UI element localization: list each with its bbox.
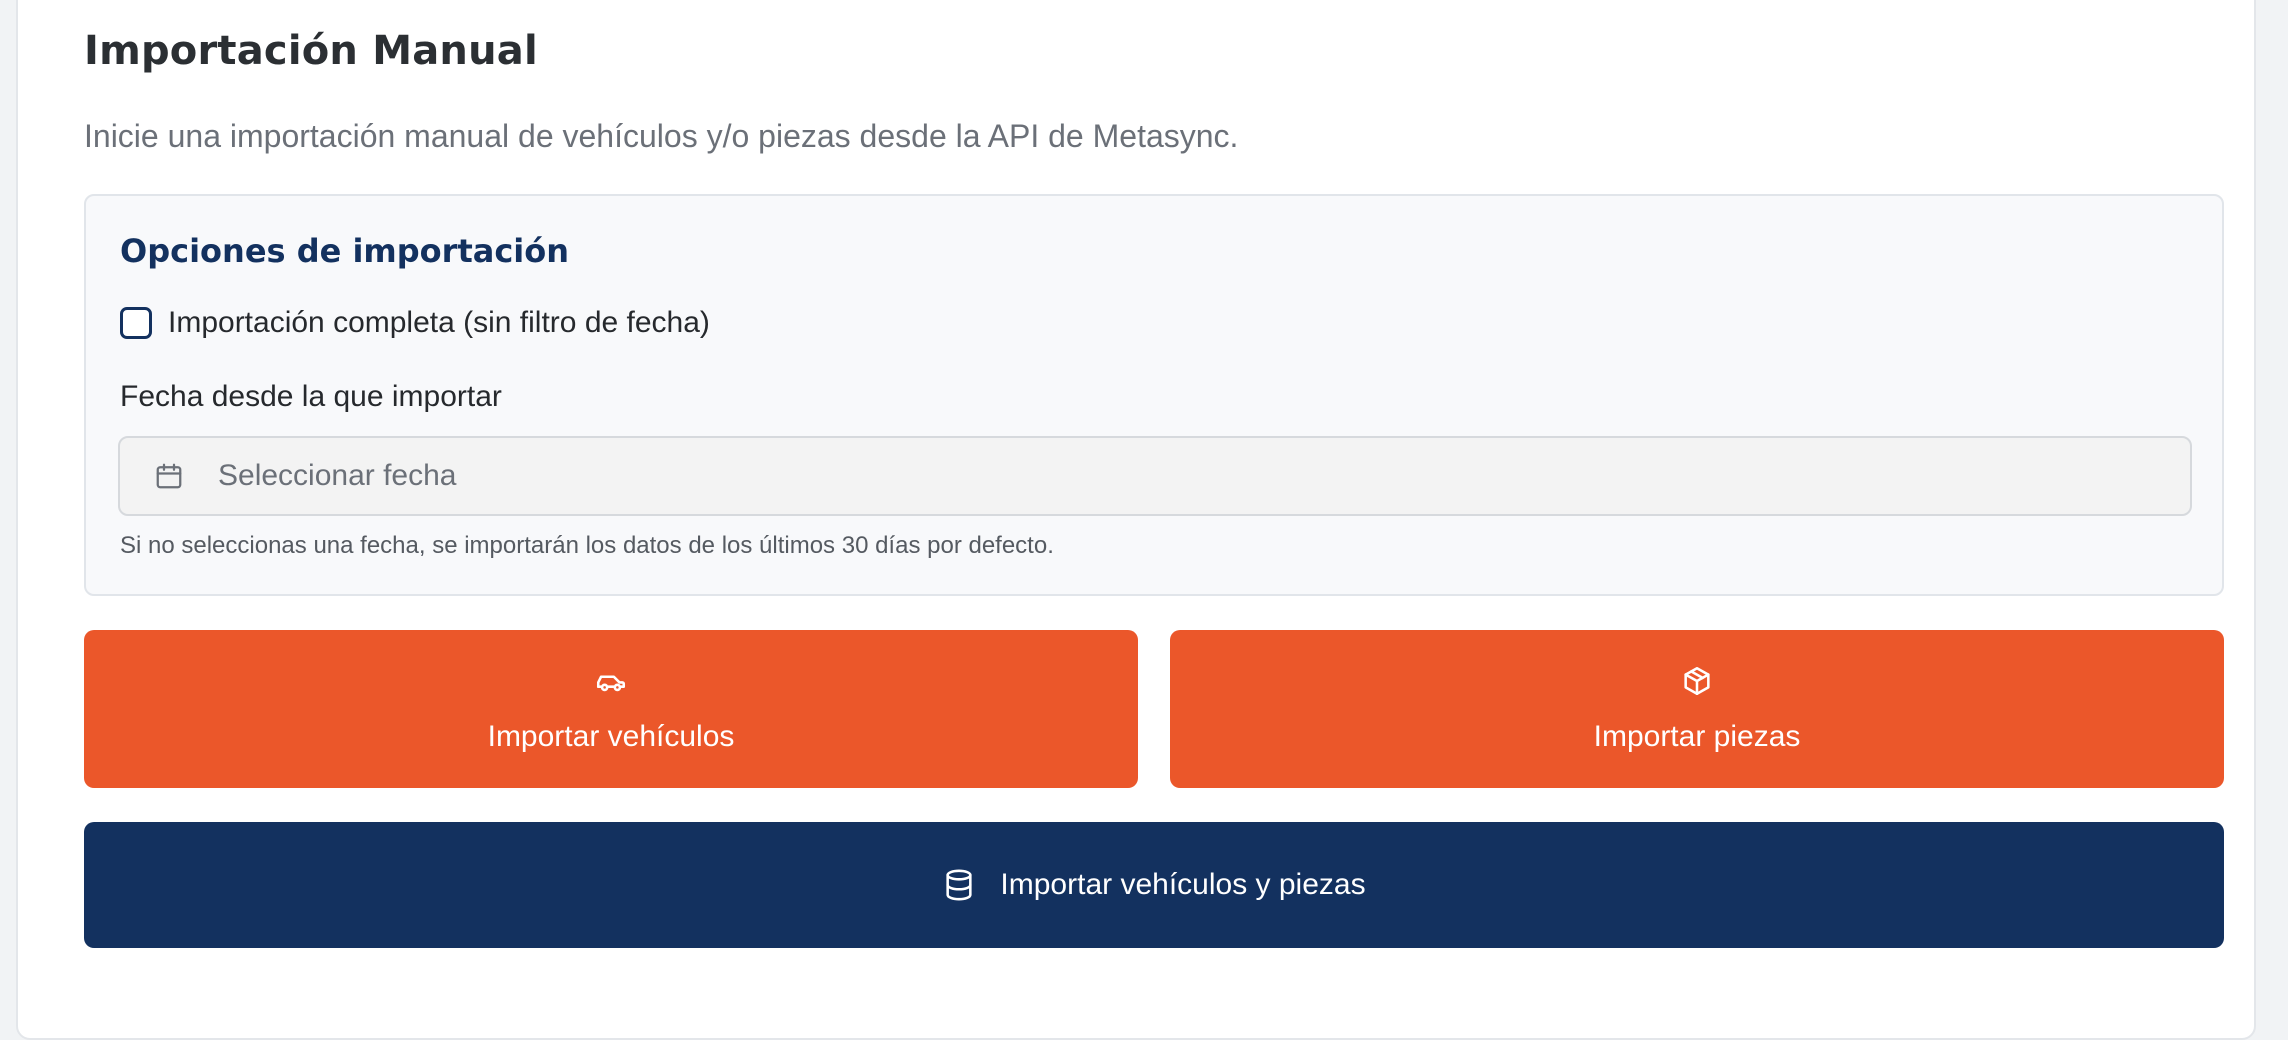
options-title: Opciones de importación bbox=[120, 232, 570, 270]
calendar-icon bbox=[156, 463, 182, 489]
page-subtitle: Inicie una importación manual de vehícul… bbox=[84, 118, 1239, 154]
database-icon bbox=[946, 869, 973, 901]
import-parts-label: Importar piezas bbox=[1593, 720, 1801, 753]
date-placeholder: Seleccionar fecha bbox=[218, 459, 457, 492]
page-title: Importación Manual bbox=[84, 28, 538, 74]
car-icon bbox=[596, 675, 626, 692]
import-vehicles-label: Importar vehículos bbox=[487, 720, 735, 753]
date-hint: Si no seleccionas una fecha, se importar… bbox=[120, 532, 1054, 559]
import-parts-button[interactable]: Importar piezas bbox=[1170, 630, 2224, 788]
full-import-label: Importación completa (sin filtro de fech… bbox=[168, 306, 710, 339]
date-picker-input[interactable]: Seleccionar fecha bbox=[118, 436, 2192, 516]
import-options-panel: Opciones de importación Importación comp… bbox=[84, 194, 2224, 596]
full-import-option[interactable]: Importación completa (sin filtro de fech… bbox=[120, 306, 710, 340]
full-import-checkbox[interactable] bbox=[120, 307, 152, 339]
manual-import-card: Importación Manual Inicie una importació… bbox=[16, 0, 2256, 1040]
import-all-label: Importar vehículos y piezas bbox=[1000, 868, 1366, 901]
date-label: Fecha desde la que importar bbox=[120, 380, 502, 413]
import-vehicles-button[interactable]: Importar vehículos bbox=[84, 630, 1138, 788]
package-icon bbox=[1684, 666, 1710, 696]
import-all-button[interactable]: Importar vehículos y piezas bbox=[84, 822, 2224, 948]
